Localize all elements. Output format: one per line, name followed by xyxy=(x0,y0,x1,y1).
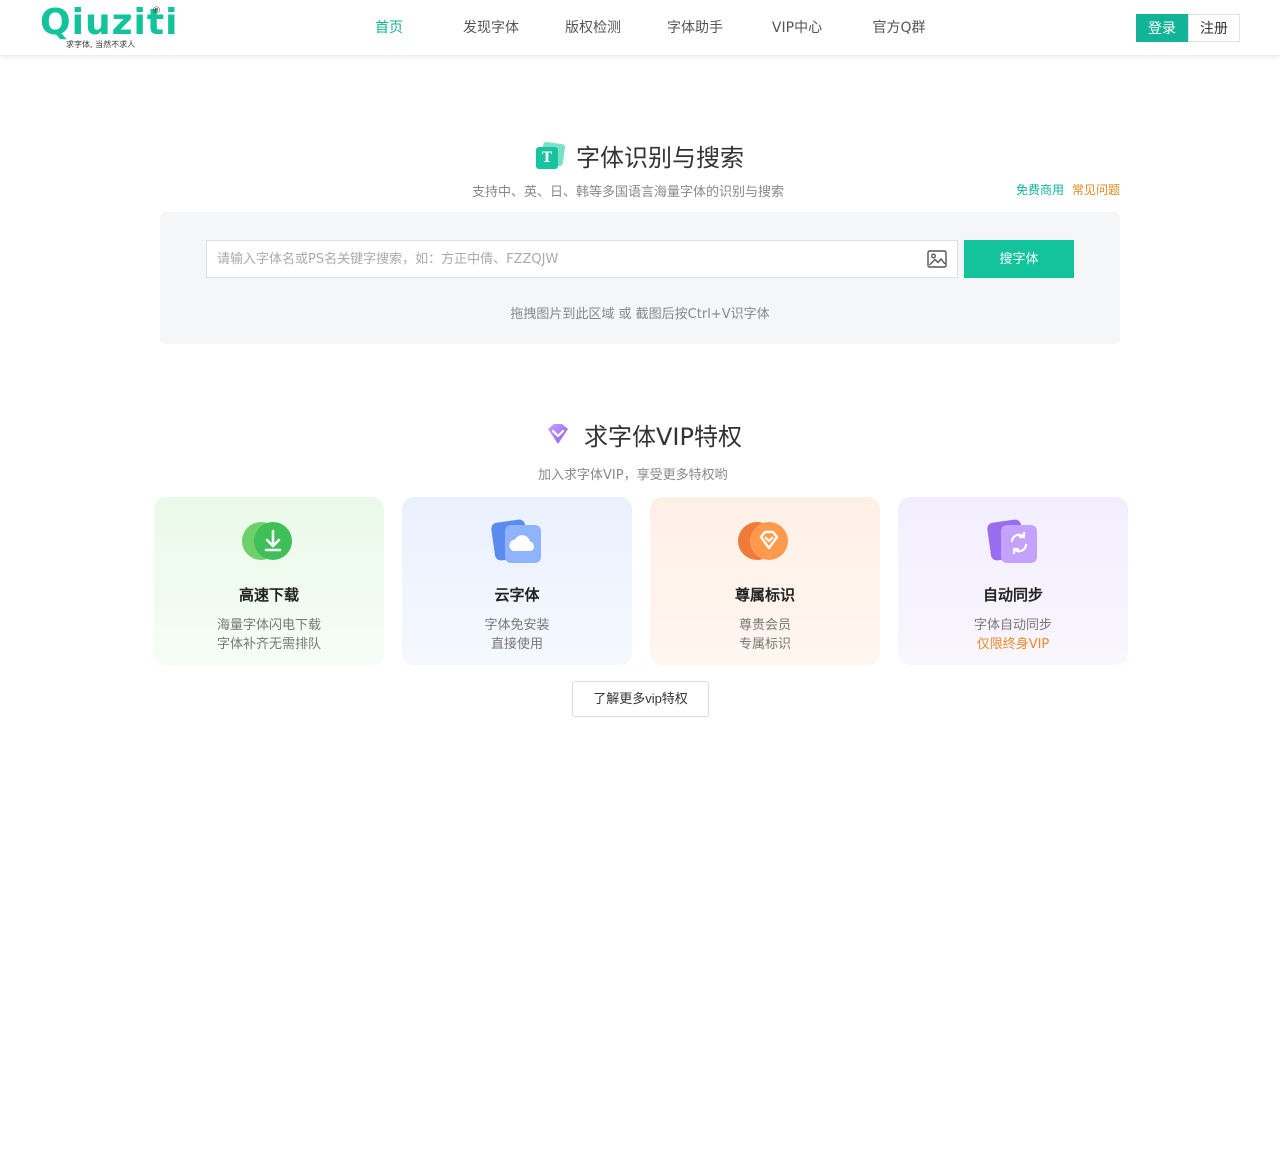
search-drop-area[interactable]: 搜字体 拖拽图片到此区域 或 截图后按Ctrl+V识字体 xyxy=(160,212,1120,344)
vip-card-download[interactable]: 高速下载 海量字体闪电下载 字体补齐无需排队 xyxy=(154,497,384,665)
faq-link[interactable]: 常见问题 xyxy=(1072,181,1120,198)
font-t-icon: T xyxy=(536,141,566,169)
vip-cards: 高速下载 海量字体闪电下载 字体补齐无需排队 云字体 字体免安装 直接使用 尊属… xyxy=(154,497,1128,665)
diamond-badge-icon xyxy=(735,517,795,565)
card-desc: 尊贵会员 xyxy=(738,618,791,633)
recognize-title: T 字体识别与搜索 xyxy=(536,138,744,173)
card-desc: 海量字体闪电下载 xyxy=(216,618,321,633)
vip-card-badge[interactable]: 尊属标识 尊贵会员 专属标识 xyxy=(650,497,880,665)
nav-item-discover[interactable]: 发现字体 xyxy=(440,0,542,56)
nav-item-assistant[interactable]: 字体助手 xyxy=(644,0,746,56)
logo-tagline: 求字体, 当然不求人 xyxy=(66,40,136,49)
search-input-wrap xyxy=(206,240,958,278)
card-desc: 字体补齐无需排队 xyxy=(216,637,321,652)
search-font-button[interactable]: 搜字体 xyxy=(964,240,1074,278)
card-title: 自动同步 xyxy=(982,586,1043,604)
register-button[interactable]: 注册 xyxy=(1188,14,1240,42)
sync-icon xyxy=(983,517,1043,565)
recognize-title-text: 字体识别与搜索 xyxy=(576,144,744,172)
vip-title: 求字体VIP特权 xyxy=(544,417,742,452)
cloud-icon xyxy=(487,517,547,565)
nav-item-home[interactable]: 首页 xyxy=(338,0,440,56)
card-desc: 字体自动同步 xyxy=(973,618,1052,633)
vip-card-sync[interactable]: 自动同步 字体自动同步 仅限终身VIP xyxy=(898,497,1128,665)
card-title: 云字体 xyxy=(494,586,540,604)
search-input[interactable] xyxy=(207,241,907,277)
image-upload-icon[interactable] xyxy=(927,250,947,268)
recognize-subtitle: 支持中、英、日、韩等多国语言海量字体的识别与搜索 xyxy=(472,185,785,200)
nav-item-qq-group[interactable]: 官方Q群 xyxy=(848,0,950,56)
card-title: 尊属标识 xyxy=(734,586,795,604)
nav-item-copyright[interactable]: 版权检测 xyxy=(542,0,644,56)
vip-subtitle: 加入求字体VIP，享受更多特权哟 xyxy=(538,468,728,483)
card-desc: 专属标识 xyxy=(738,637,791,652)
login-button[interactable]: 登录 xyxy=(1136,14,1188,42)
free-commercial-link[interactable]: 免费商用 xyxy=(1016,181,1064,198)
card-desc: 字体免安装 xyxy=(484,618,550,633)
vip-title-text: 求字体VIP特权 xyxy=(584,423,742,451)
vip-card-cloud-font[interactable]: 云字体 字体免安装 直接使用 xyxy=(402,497,632,665)
nav-item-vip[interactable]: VIP中心 xyxy=(746,0,848,56)
more-vip-button[interactable]: 了解更多vip特权 xyxy=(572,681,709,717)
card-title: 高速下载 xyxy=(238,586,299,604)
drag-hint: 拖拽图片到此区域 或 截图后按Ctrl+V识字体 xyxy=(510,307,770,322)
vip-diamond-icon xyxy=(544,422,572,448)
card-desc: 直接使用 xyxy=(490,637,543,652)
top-header: Qiuziti ® 求字体, 当然不求人 首页 发现字体 版权检测 字体助手 V… xyxy=(0,0,1280,56)
download-icon xyxy=(239,517,299,565)
main-nav: 首页 发现字体 版权检测 字体助手 VIP中心 官方Q群 xyxy=(338,0,950,56)
card-desc-highlight: 仅限终身VIP xyxy=(976,637,1050,652)
site-logo[interactable]: Qiuziti ® 求字体, 当然不求人 xyxy=(40,2,177,50)
logo-registered-mark: ® xyxy=(152,6,161,16)
auth-buttons: 登录 注册 xyxy=(1136,14,1240,42)
